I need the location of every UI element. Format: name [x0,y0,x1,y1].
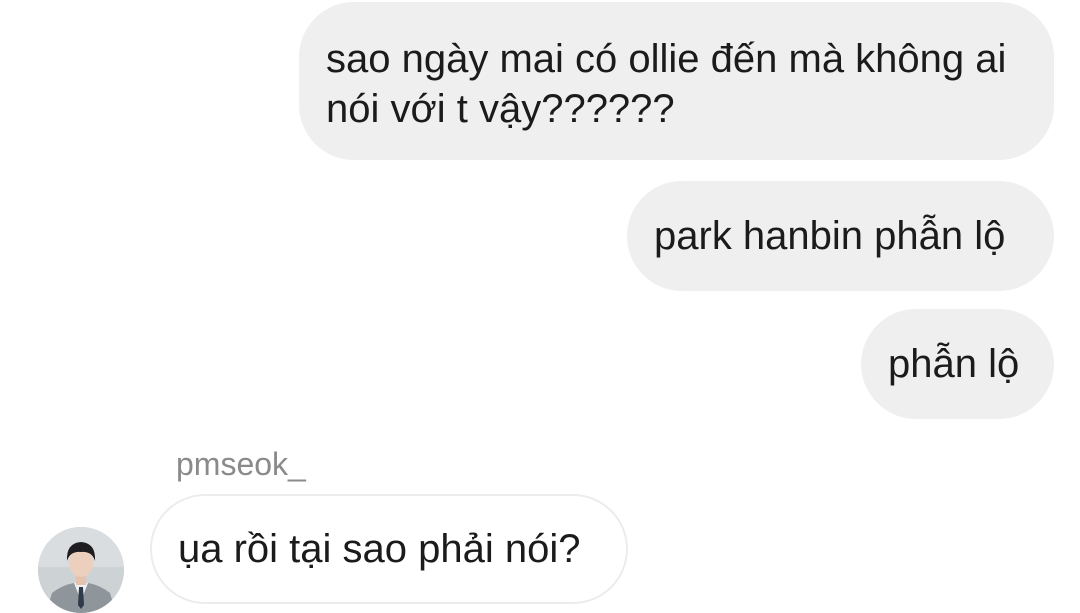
message-text: park hanbin phẫn lộ [654,214,1006,258]
profile-photo-icon [38,527,124,613]
sender-username: pmseok_ [176,446,306,482]
incoming-message-bubble[interactable]: ụa rồi tại sao phải nói? [150,494,628,604]
message-text: sao ngày mai có ollie đến mà không ai nó… [326,37,1007,131]
avatar[interactable] [38,527,124,613]
message-text: ụa rồi tại sao phải nói? [178,527,581,571]
outgoing-message-bubble[interactable]: phẫn lộ [861,309,1054,419]
outgoing-message-bubble[interactable]: park hanbin phẫn lộ [627,181,1054,291]
outgoing-message-bubble[interactable]: sao ngày mai có ollie đến mà không ai nó… [299,2,1054,160]
message-text: phẫn lộ [888,342,1020,386]
